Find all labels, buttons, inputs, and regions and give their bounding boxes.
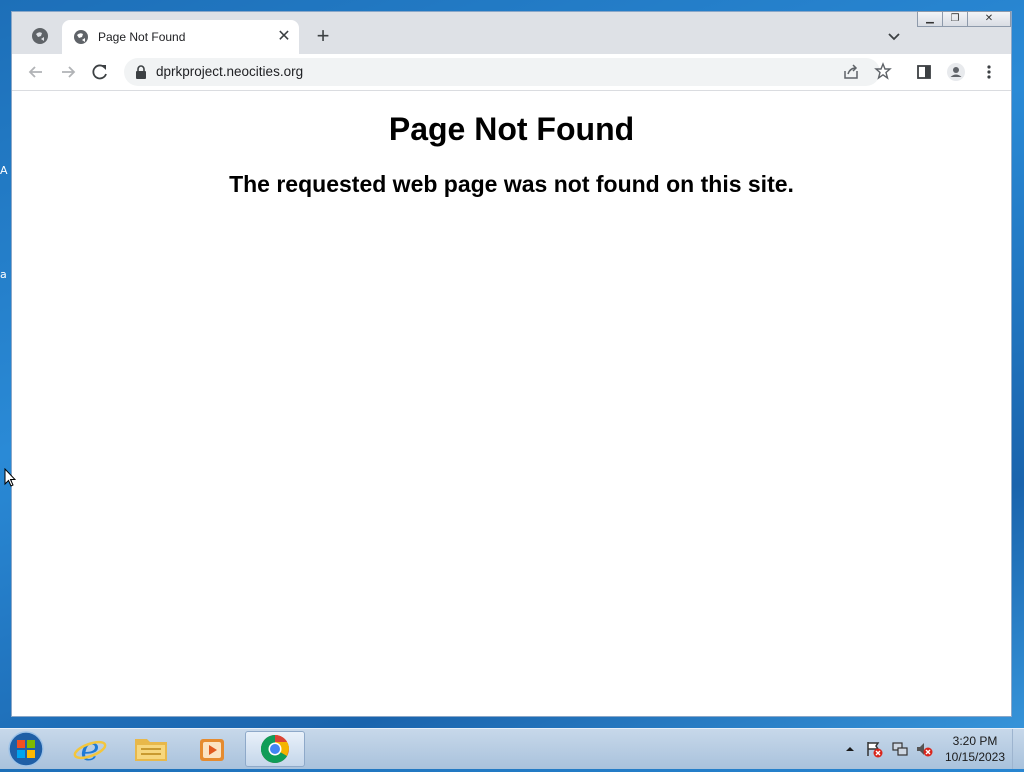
desktop-icon-label[interactable]: A bbox=[0, 164, 8, 177]
mouse-cursor-icon bbox=[4, 468, 16, 487]
bookmark-star-icon[interactable] bbox=[874, 62, 892, 80]
taskbar-media-player[interactable] bbox=[184, 731, 240, 767]
side-panel-icon[interactable] bbox=[914, 62, 934, 82]
new-tab-button[interactable]: + bbox=[312, 25, 334, 48]
error-message: The requested web page was not found on … bbox=[229, 171, 794, 197]
close-tab-icon[interactable]: ✕ bbox=[275, 28, 293, 46]
clock-date: 10/15/2023 bbox=[944, 750, 1006, 764]
media-player-icon bbox=[200, 739, 224, 761]
globe-icon bbox=[74, 30, 88, 44]
url-text[interactable]: dprkproject.neocities.org bbox=[156, 64, 303, 79]
chevron-down-icon[interactable] bbox=[885, 28, 903, 46]
tab-title: Page Not Found bbox=[98, 30, 186, 44]
svg-text:e: e bbox=[81, 731, 100, 767]
taskbar-file-explorer[interactable] bbox=[123, 731, 179, 767]
address-bar[interactable]: dprkproject.neocities.org bbox=[124, 58, 892, 86]
show-desktop-button[interactable] bbox=[1012, 729, 1024, 769]
minimize-button[interactable]: ▁ bbox=[917, 11, 943, 27]
taskbar-google-chrome[interactable] bbox=[245, 731, 305, 767]
folder-icon bbox=[135, 739, 167, 761]
browser-toolbar: dprkproject.neocities.org bbox=[12, 54, 1011, 91]
tab-search-icon[interactable] bbox=[30, 26, 50, 46]
action-center-flag-icon[interactable] bbox=[864, 739, 884, 759]
window-controls: ▁ ❐ ✕ bbox=[917, 11, 1011, 29]
browser-window: Page Not Found ✕ + ▁ ❐ ✕ dprkproject.neo… bbox=[11, 11, 1012, 717]
reload-icon[interactable] bbox=[90, 62, 110, 82]
restore-button[interactable]: ❐ bbox=[942, 11, 968, 27]
speaker-muted-icon[interactable] bbox=[914, 739, 934, 759]
taskbar-internet-explorer[interactable]: e bbox=[62, 730, 118, 768]
network-icon[interactable] bbox=[890, 739, 910, 759]
chrome-icon bbox=[261, 735, 289, 763]
close-window-button[interactable]: ✕ bbox=[967, 11, 1011, 27]
taskbar: e 3:20 PM 10/15/2023 bbox=[0, 728, 1024, 769]
menu-kebab-icon[interactable] bbox=[979, 62, 999, 82]
taskbar-clock[interactable]: 3:20 PM 10/15/2023 bbox=[936, 733, 1014, 765]
lock-icon[interactable] bbox=[134, 64, 148, 80]
share-icon[interactable] bbox=[842, 63, 860, 81]
desktop-icon-label[interactable]: a bbox=[0, 268, 7, 281]
back-arrow-icon[interactable] bbox=[26, 62, 46, 82]
page-content: Page Not Found The requested web page wa… bbox=[12, 91, 1011, 716]
page-heading: Page Not Found bbox=[388, 111, 635, 147]
forward-arrow-icon[interactable] bbox=[58, 62, 78, 82]
clock-time: 3:20 PM bbox=[952, 734, 998, 748]
internet-explorer-icon: e bbox=[73, 730, 107, 768]
tab-strip: Page Not Found ✕ + ▁ ❐ ✕ bbox=[12, 11, 1011, 54]
start-orb-icon[interactable] bbox=[6, 730, 46, 768]
chevron-up-icon[interactable] bbox=[844, 743, 856, 755]
profile-avatar-icon[interactable] bbox=[946, 62, 966, 82]
tab-active[interactable]: Page Not Found ✕ bbox=[62, 20, 299, 54]
